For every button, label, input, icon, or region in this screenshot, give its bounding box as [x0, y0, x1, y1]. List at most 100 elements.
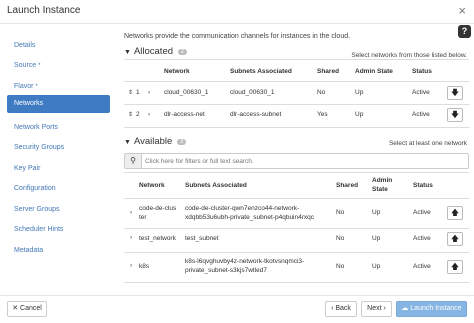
sidebar-item-networks[interactable]: Networks [7, 95, 110, 113]
sidebar-item-label: Flavor [14, 83, 34, 90]
subnet-name: private_subnet-s3kjs7wtled7 [185, 267, 268, 274]
sidebar-item-label: Configuration [14, 185, 56, 192]
remove-network-button[interactable]: 🡇 [447, 108, 463, 122]
admin-state-value: Up [372, 263, 381, 270]
shared-value: No [336, 263, 345, 270]
column-header: Shared [317, 68, 340, 75]
divider [124, 81, 469, 82]
back-button[interactable]: ‹ Back [325, 301, 357, 317]
sidebar-item-server-groups[interactable]: Server Groups [7, 201, 110, 219]
drag-handle-icon[interactable]: ⇕ [128, 89, 133, 97]
divider [124, 127, 469, 128]
allocated-section-toggle[interactable]: ▼ Allocated 2 [124, 46, 188, 57]
add-network-button[interactable]: 🡅 [447, 232, 463, 246]
shared-value: No [336, 209, 345, 216]
chevron-right-icon[interactable]: › [148, 111, 150, 119]
column-header: Status [413, 182, 433, 189]
sidebar-item-security-groups[interactable]: Security Groups [7, 139, 110, 157]
column-header: Subnets Associated [230, 68, 292, 75]
sidebar-item-label: Security Groups [14, 144, 65, 151]
arrow-down-icon: 🡇 [450, 110, 460, 119]
divider [124, 198, 469, 199]
search-input[interactable] [145, 156, 465, 166]
sidebar-item-scheduler-hints[interactable]: Scheduler Hints [7, 221, 110, 239]
chevron-down-icon: ▼ [124, 49, 131, 56]
divider [124, 282, 469, 283]
next-button[interactable]: Next › [361, 301, 392, 317]
status-value: Active [412, 89, 430, 96]
sidebar-item-label: Metadata [14, 247, 44, 254]
sidebar-item-label: Network Ports [14, 124, 58, 131]
available-count-badge: 3 [176, 139, 187, 145]
chevron-down-icon: ▼ [124, 139, 131, 146]
sidebar-item-configuration[interactable]: Configuration [7, 180, 110, 198]
network-name: cloud_00630_1 [164, 89, 209, 96]
sidebar-item-flavor[interactable]: Flavor * [7, 78, 110, 96]
allocated-hint: Select networks from those listed below. [351, 52, 467, 59]
subnet-name: cloud_00630_1 [230, 89, 275, 96]
help-icon[interactable]: ? [458, 25, 471, 38]
sidebar-item-key-pair[interactable]: Key Pair [7, 160, 110, 178]
column-header: Shared [336, 182, 359, 189]
chevron-right-icon[interactable]: › [130, 262, 132, 270]
sidebar-item-network-ports[interactable]: Network Ports [7, 119, 110, 137]
admin-state-value: Up [372, 235, 381, 242]
sidebar-item-label: Source [14, 62, 37, 69]
divider [124, 252, 469, 253]
sidebar-item-label: Networks [14, 100, 44, 107]
add-network-button[interactable]: 🡅 [447, 206, 463, 220]
sidebar-item-label: Key Pair [14, 165, 41, 172]
chevron-right-icon: › [383, 305, 386, 312]
divider [124, 228, 469, 229]
close-icon[interactable]: × [458, 4, 466, 17]
column-header: Network [164, 68, 190, 75]
chevron-right-icon[interactable]: › [130, 209, 132, 217]
allocated-count-badge: 2 [177, 49, 188, 55]
shared-value: Yes [317, 111, 328, 118]
available-hint: Select at least one network [388, 140, 467, 147]
arrow-up-icon: 🡅 [450, 262, 460, 271]
network-name: dlr-access-net [164, 111, 205, 118]
cancel-label: Cancel [20, 305, 42, 312]
shared-value: No [317, 89, 326, 96]
sidebar-item-label: Details [14, 42, 36, 49]
column-header: Admin State [355, 68, 393, 75]
required-star: * [35, 84, 38, 90]
footer-divider [0, 295, 474, 296]
next-label: Next [367, 305, 382, 312]
chevron-left-icon: ‹ [331, 305, 334, 312]
row-order: 1 [136, 89, 140, 96]
column-header: State [372, 186, 388, 193]
subnet-name: code-de-cluster-qwn7enzco44-network- [185, 205, 300, 212]
status-value: Active [413, 263, 431, 270]
sidebar-item-metadata[interactable]: Metadata [7, 242, 110, 260]
drag-handle-icon[interactable]: ⇕ [128, 111, 133, 119]
divider [124, 172, 469, 173]
launch-instance-button[interactable]: ☁ Launch Instance [396, 301, 467, 317]
subnet-name: test_subnet [185, 235, 219, 242]
add-network-button[interactable]: 🡅 [447, 260, 463, 274]
admin-state-value: Up [372, 209, 381, 216]
modal-header: Launch Instance × [0, 0, 474, 24]
arrow-down-icon: 🡇 [450, 88, 460, 97]
chevron-right-icon[interactable]: › [148, 89, 150, 97]
remove-network-button[interactable]: 🡇 [447, 86, 463, 100]
sidebar-item-source[interactable]: Source * [7, 57, 110, 75]
network-name: test_network [139, 235, 176, 242]
cancel-button[interactable]: ✕ Cancel [7, 301, 47, 317]
row-order: 2 [136, 111, 140, 118]
admin-state-value: Up [355, 89, 364, 96]
subnet-name: k8s-l6qvghuvby4z-network-tkotvsnqmci3- [185, 258, 305, 265]
chevron-right-icon[interactable]: › [130, 234, 132, 242]
subnet-name: xdqbb53u6ubh-private_subnet-p4qbuin4rxqc [185, 214, 315, 221]
available-title: Available [133, 136, 173, 147]
sidebar-item-details[interactable]: Details [7, 37, 110, 55]
networks-intro-text: Networks provide the communication chann… [124, 33, 351, 40]
available-section-toggle[interactable]: ▼ Available 3 [124, 136, 187, 147]
column-header: Subnets Associated [185, 182, 247, 189]
shared-value: No [336, 235, 345, 242]
arrow-up-icon: 🡅 [450, 208, 460, 217]
divider [124, 104, 469, 105]
subnet-name: dlr-access-subnet [230, 111, 282, 118]
dialog-title: Launch Instance [7, 5, 81, 16]
